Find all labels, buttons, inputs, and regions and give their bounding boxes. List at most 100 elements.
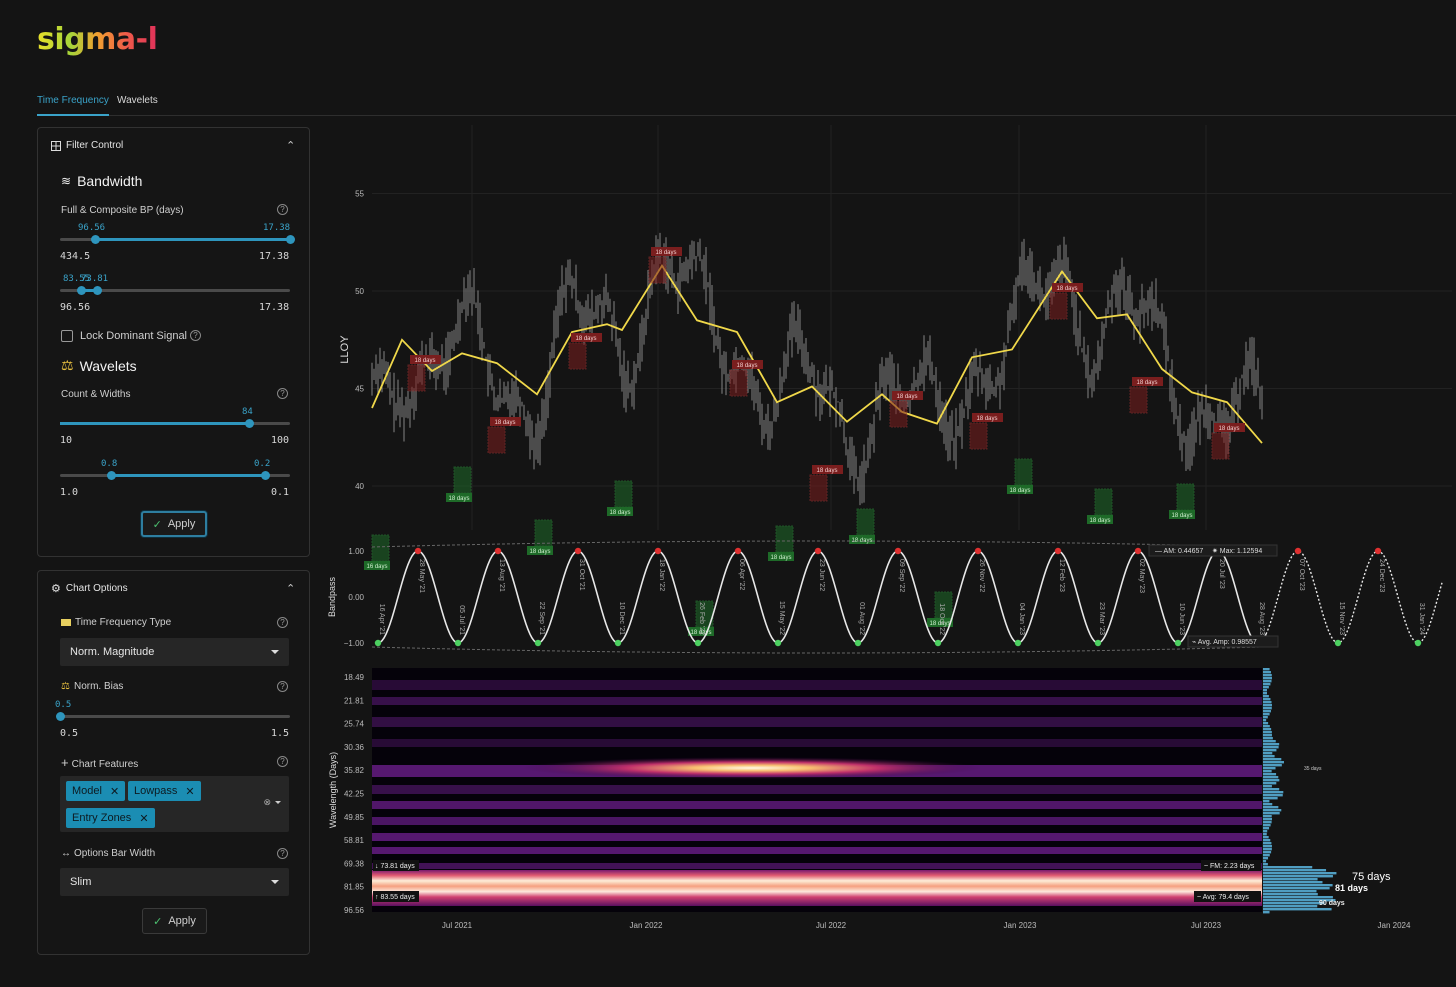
chevron-up-icon[interactable]: ⌄ — [286, 581, 295, 594]
upper-band-label: ↓ 73.81 days — [375, 863, 415, 870]
chart-area: 40 45 50 55 LLOY 18 days 18 days 18 days 18 days… — [327, 125, 1452, 930]
power-bar — [1263, 896, 1333, 899]
slider3-knob[interactable] — [244, 419, 254, 428]
help-icon[interactable]: ? — [277, 756, 288, 767]
peak-zone-label: 18 days — [414, 358, 435, 364]
power-bar — [1263, 806, 1279, 809]
close-icon[interactable]: ✕ — [110, 785, 119, 798]
slider4-high-knob[interactable] — [260, 471, 270, 480]
filter-control-header[interactable]: Filter Control — [51, 140, 123, 151]
slider1-min: 434.5 — [60, 251, 91, 262]
bandpass-range-slider[interactable] — [60, 235, 295, 244]
bandpass-date-label: 12 Feb '23 — [1058, 559, 1065, 592]
trough-zone — [856, 508, 875, 536]
chip-lowpass[interactable]: Lowpass ✕ — [128, 781, 201, 801]
slider4-min: 1.0 — [60, 487, 79, 498]
chip-model[interactable]: Model ✕ — [66, 781, 126, 801]
bandpass-date-label: 15 May '22 — [778, 601, 785, 635]
bandpass-date-label: 10 Dec '21 — [618, 602, 625, 635]
lock-dominant-checkbox[interactable] — [61, 330, 73, 342]
features-label: + Chart Features — [61, 755, 139, 770]
chart-options-header[interactable]: ⚙ Chart Options — [51, 582, 128, 595]
help-icon[interactable]: ? — [277, 388, 288, 399]
waves-icon: ≋ — [61, 174, 72, 188]
trough-zone-label: 18 days — [1009, 488, 1030, 494]
power-bar — [1263, 884, 1333, 887]
spectrum-band — [372, 817, 1262, 825]
bandpass-trough-marker — [1094, 639, 1102, 647]
spectrum-band — [372, 717, 1262, 727]
peak-zone-label: 18 days — [816, 468, 837, 474]
slider3-min: 10 — [60, 435, 73, 446]
lower-band-label: ↑ 83.55 days — [375, 894, 415, 901]
features-multiselect[interactable]: Model ✕ Lowpass ✕ Entry Zones ✕ ⊗ — [60, 776, 289, 832]
caret-down-icon — [271, 880, 279, 884]
caret-down-icon[interactable] — [275, 801, 281, 804]
composite-range-slider[interactable] — [60, 286, 290, 295]
power-bar — [1263, 881, 1323, 884]
clear-icon[interactable]: ⊗ — [263, 797, 271, 808]
bandpass-projection — [1265, 550, 1443, 644]
price-tick-label: 55 — [355, 190, 364, 199]
filter-control-title: Filter Control — [66, 140, 124, 151]
apply-options-label: Apply — [168, 915, 196, 927]
help-icon[interactable]: ? — [277, 204, 288, 215]
slider1-low-knob[interactable] — [90, 235, 100, 244]
power-bar — [1263, 794, 1283, 797]
peak-zone — [487, 426, 506, 454]
help-icon[interactable]: ? — [277, 848, 288, 859]
help-icon[interactable]: ? — [277, 681, 288, 692]
power-bar — [1263, 842, 1272, 845]
spectrum-band — [372, 680, 1262, 690]
peak-zone-label: 18 days — [575, 336, 596, 342]
bandpass-date-label: 13 Aug '21 — [498, 559, 505, 592]
caret-down-icon — [271, 650, 279, 654]
power-bar — [1263, 827, 1270, 830]
power-bar — [1263, 740, 1276, 743]
power-bar — [1263, 791, 1284, 794]
power-bar — [1263, 773, 1277, 776]
trough-zone-label: 16 days — [366, 564, 387, 570]
apply-options-button[interactable]: ✓ Apply — [142, 908, 207, 934]
bar-width-select[interactable]: Slim — [60, 868, 289, 896]
peak-zone-label: 18 days — [736, 363, 757, 369]
chevron-up-icon[interactable]: ⌄ — [286, 138, 295, 151]
tf-type-select[interactable]: Norm. Magnitude — [60, 638, 289, 666]
help-icon[interactable]: ? — [277, 617, 288, 628]
power-bar — [1263, 836, 1269, 839]
slider2-high-knob[interactable] — [92, 286, 102, 295]
tab-time-frequency[interactable]: Time Frequency — [37, 95, 109, 116]
power-bar — [1263, 779, 1280, 782]
close-icon[interactable]: ✕ — [185, 785, 194, 798]
apply-filter-button[interactable]: ✓ Apply — [141, 511, 207, 537]
trough-zone-label: 18 days — [529, 549, 550, 555]
bandpass-date-label: 24 Dec '23 — [1378, 559, 1385, 592]
help-icon[interactable]: ? — [190, 330, 201, 341]
bandpass-date-label: 28 May '21 — [418, 559, 425, 593]
app-logo[interactable]: sigma-l — [37, 22, 158, 57]
slider4-high-value: 0.2 — [254, 459, 271, 469]
chip-entry-zones[interactable]: Entry Zones ✕ — [66, 808, 155, 828]
slider4-low-knob[interactable] — [106, 471, 116, 480]
tab-wavelets[interactable]: Wavelets — [117, 95, 158, 106]
scale-icon: ⚖ — [61, 681, 70, 692]
spectrum-tick-label: 21.81 — [344, 696, 365, 705]
slider1-high-knob[interactable] — [286, 235, 295, 244]
spectrum-tick-label: 25.74 — [344, 720, 365, 729]
bandpass-date-label: 28 Aug '23 — [1258, 602, 1265, 635]
peak-zone — [889, 400, 908, 428]
bp-label: Full & Composite BP (days) — [61, 205, 184, 216]
bias-knob[interactable] — [56, 712, 65, 721]
power-bar — [1263, 821, 1272, 824]
slider2-low-knob[interactable] — [76, 286, 86, 295]
bias-slider[interactable] — [56, 712, 290, 721]
peak-label-35: 35 days — [1304, 766, 1322, 772]
close-icon[interactable]: ✕ — [139, 812, 148, 825]
count-slider[interactable] — [60, 419, 290, 428]
tf-type-value: Norm. Magnitude — [70, 646, 155, 658]
trough-zone — [534, 519, 553, 547]
dominant-band — [372, 870, 1262, 906]
trough-zone — [614, 480, 633, 508]
widths-slider[interactable] — [60, 471, 290, 480]
filter-control-panel: Filter Control ⌄ ≋ Bandwidth Full & Comp… — [37, 127, 310, 557]
